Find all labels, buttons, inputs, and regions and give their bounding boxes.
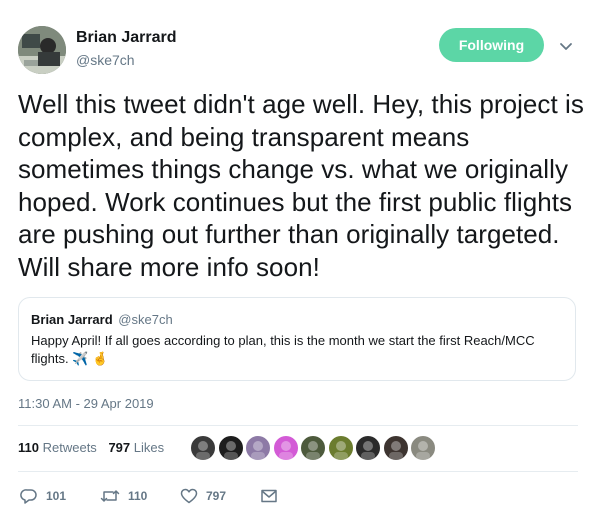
tweet-text: Well this tweet didn't age well. Hey, th… [18, 89, 584, 282]
retweets-stat[interactable]: 110 Retweets [18, 440, 100, 455]
envelope-icon [260, 487, 278, 505]
likes-count: 797 [108, 440, 131, 455]
quoted-tweet[interactable]: Brian Jarrard @ske7ch Happy April! If al… [18, 297, 576, 381]
reply-button[interactable]: 101 [20, 486, 66, 506]
reply-count: 101 [46, 489, 67, 503]
tweet-actions: 101 110 797 [18, 486, 318, 506]
like-button[interactable]: 797 [180, 486, 226, 506]
liker-avatar-6[interactable] [327, 435, 354, 461]
divider [18, 425, 578, 426]
author-handle[interactable]: @ske7ch [76, 51, 177, 69]
quoted-author-handle: @ske7ch [118, 312, 173, 327]
tweet-timestamp[interactable]: 11:30 AM - 29 Apr 2019 [18, 396, 154, 411]
quoted-tweet-text: Happy April! If all goes according to pl… [31, 333, 535, 366]
author-info: Brian Jarrard @ske7ch [76, 28, 177, 69]
reply-icon [20, 487, 38, 505]
likes-label: Likes [133, 440, 165, 455]
quoted-author-name: Brian Jarrard [31, 312, 113, 327]
retweets-label: Retweets [42, 440, 97, 455]
like-count: 797 [206, 489, 227, 503]
author-display-name[interactable]: Brian Jarrard [76, 28, 177, 48]
liker-avatar-2[interactable] [217, 435, 244, 461]
direct-message-button[interactable] [260, 486, 278, 506]
author-avatar[interactable] [18, 26, 66, 74]
divider [18, 471, 578, 472]
tweet-header: Brian Jarrard @ske7ch Following [18, 22, 588, 76]
liker-avatar-5[interactable] [300, 435, 326, 461]
retweet-button[interactable]: 110 [100, 486, 147, 506]
tweet-stats: 110 Retweets 797 Likes [18, 440, 164, 456]
retweets-count: 110 [18, 440, 39, 455]
retweet-count: 110 [128, 489, 148, 503]
retweet-icon [100, 487, 120, 505]
following-button[interactable]: Following [439, 28, 544, 62]
liker-avatar-7[interactable] [355, 435, 381, 461]
quoted-tweet-header: Brian Jarrard @ske7ch [31, 312, 173, 328]
liker-avatar-9[interactable] [410, 435, 436, 461]
chevron-down-icon[interactable] [556, 36, 576, 56]
liker-avatar-1[interactable] [190, 435, 216, 461]
heart-icon [180, 487, 198, 505]
liker-avatar-8[interactable] [382, 435, 409, 461]
liker-avatar-4[interactable] [272, 435, 299, 461]
likes-stat[interactable]: 797 Likes [108, 440, 164, 455]
liker-avatar-3[interactable] [245, 435, 271, 461]
